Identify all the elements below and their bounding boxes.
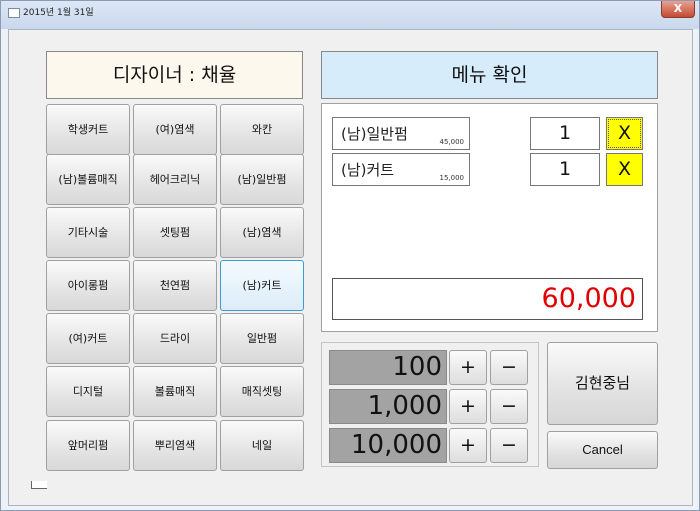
- menu-title: 메뉴 확인: [321, 51, 658, 99]
- increase-button[interactable]: +: [449, 428, 487, 463]
- title-bar[interactable]: 2015년 1월 31일 X: [1, 1, 699, 29]
- amount-step-value: 100: [329, 350, 447, 385]
- service-button[interactable]: 볼륨매직: [133, 366, 217, 417]
- amount-step-value: 1,000: [329, 389, 447, 424]
- window-title: 2015년 1월 31일: [23, 8, 94, 18]
- service-button[interactable]: 셋팅펌: [133, 207, 217, 258]
- service-button[interactable]: (남)염색: [220, 207, 304, 258]
- order-item-price: 15,000: [439, 174, 465, 182]
- designer-label: 디자이너 : 채율: [46, 51, 303, 99]
- remove-item-button[interactable]: X: [606, 153, 643, 186]
- order-item-name-box: (남)일반펌 45,000: [332, 117, 470, 150]
- amount-step-value: 10,000: [329, 428, 447, 463]
- service-button[interactable]: 기타시술: [46, 207, 130, 258]
- decrease-button[interactable]: −: [490, 389, 528, 424]
- service-button[interactable]: (여)커트: [46, 313, 130, 364]
- total-amount: 60,000: [332, 278, 643, 320]
- increase-button[interactable]: +: [449, 389, 487, 424]
- decrease-button[interactable]: −: [490, 350, 528, 385]
- order-item-qty[interactable]: 1: [530, 117, 600, 150]
- service-button[interactable]: (남)일반펌: [220, 154, 304, 205]
- service-button[interactable]: 네일: [220, 420, 304, 471]
- service-button[interactable]: 와칸: [220, 104, 304, 155]
- remove-item-button[interactable]: X: [606, 117, 643, 150]
- order-item-qty[interactable]: 1: [530, 153, 600, 186]
- service-button[interactable]: (여)염색: [133, 104, 217, 155]
- order-item-price: 45,000: [439, 138, 465, 146]
- service-button[interactable]: (남)볼륨매직: [46, 154, 130, 205]
- service-button[interactable]: 학생커트: [46, 104, 130, 155]
- close-button[interactable]: X: [661, 1, 695, 18]
- order-item: (남)일반펌 45,000 1 X: [332, 117, 652, 150]
- cancel-button[interactable]: Cancel: [547, 431, 658, 469]
- order-item-name: (남)일반펌: [341, 125, 408, 143]
- amount-adjust-panel: 100 + − 1,000 + − 10,000 + −: [321, 342, 539, 467]
- client-area: 디자이너 : 채율 메뉴 확인 학생커트 (여)염색 와칸 (남)볼륨매직 헤어…: [8, 29, 693, 506]
- service-button-selected[interactable]: (남)커트: [220, 260, 304, 311]
- service-button[interactable]: 매직셋팅: [220, 366, 304, 417]
- order-item: (남)커트 15,000 1 X: [332, 153, 652, 186]
- service-button[interactable]: 헤어크리닉: [133, 154, 217, 205]
- service-button[interactable]: 앞머리펌: [46, 420, 130, 471]
- service-button[interactable]: 드라이: [133, 313, 217, 364]
- service-button[interactable]: 디지털: [46, 366, 130, 417]
- service-button[interactable]: 천연펌: [133, 260, 217, 311]
- increase-button[interactable]: +: [449, 350, 487, 385]
- service-button[interactable]: 뿌리염색: [133, 420, 217, 471]
- service-button[interactable]: 아이롱펌: [46, 260, 130, 311]
- order-item-name-box: (남)커트 15,000: [332, 153, 470, 186]
- service-button[interactable]: 일반펌: [220, 313, 304, 364]
- customer-button[interactable]: 김현중님: [547, 342, 658, 425]
- app-window: 2015년 1월 31일 X 디자이너 : 채율 메뉴 확인 학생커트 (여)염…: [0, 0, 700, 511]
- order-item-name: (남)커트: [341, 161, 395, 179]
- app-icon: [8, 8, 20, 18]
- order-list: (남)일반펌 45,000 1 X (남)커트 15,000 1 X 60,00…: [321, 103, 658, 332]
- decrease-button[interactable]: −: [490, 428, 528, 463]
- resize-grip[interactable]: [31, 481, 47, 489]
